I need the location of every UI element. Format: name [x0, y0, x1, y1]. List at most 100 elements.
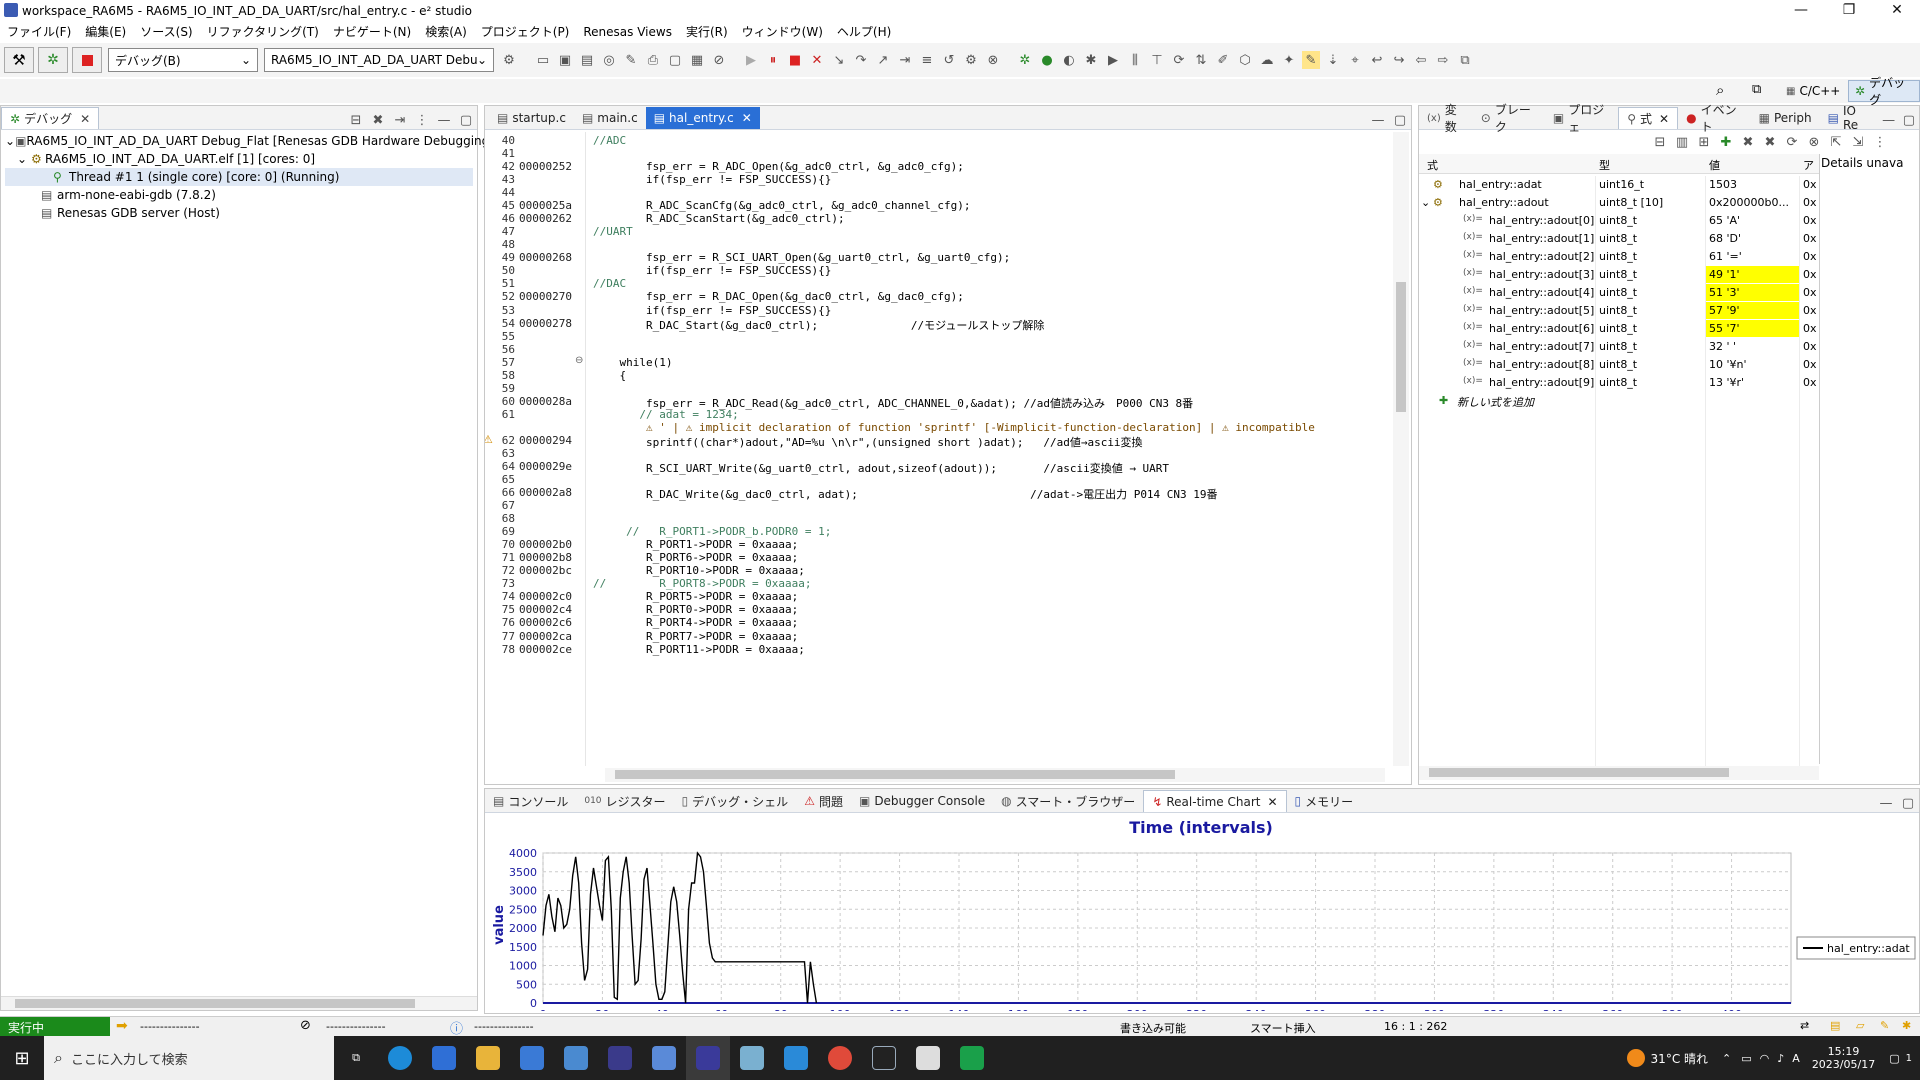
code-line[interactable]: R_PORT11->PODR = 0xaaaa; — [593, 643, 805, 656]
tool-icon[interactable]: ✱ — [1902, 1019, 1911, 1032]
sync-icon[interactable]: ⇄ — [1800, 1019, 1809, 1032]
print-icon[interactable]: ⎙ — [644, 51, 662, 69]
columns-icon[interactable]: ⫼ — [1126, 51, 1144, 69]
launch-config-combo[interactable]: RA6M5_IO_INT_AD_DA_UART Debu ⌄ — [264, 48, 494, 72]
disconnect-icon[interactable]: ✕ — [808, 51, 826, 69]
settings-icon[interactable]: ⚙ — [962, 51, 980, 69]
expression-value[interactable]: 61 '=' — [1709, 250, 1742, 263]
maximize-icon[interactable]: ▢ — [1391, 111, 1409, 129]
code-line[interactable]: R_ADC_ScanCfg(&g_adc0_ctrl, &g_adc0_chan… — [593, 199, 971, 212]
run-icon[interactable]: ● — [1038, 51, 1056, 69]
debug-launch-button[interactable]: ✲ — [38, 47, 68, 73]
collapse-all-icon[interactable]: ⊟ — [347, 111, 365, 129]
forward-icon[interactable]: ↪ — [1390, 51, 1408, 69]
run-to-line-icon[interactable]: ⇥ — [896, 51, 914, 69]
external-tools-icon[interactable]: ✱ — [1082, 51, 1100, 69]
expression-row[interactable]: (x)= hal_entry::adout[7] uint8_t 32 ' ' 0x — [1419, 338, 1817, 356]
tab-memory[interactable]: ▯ メモリー — [1287, 790, 1362, 812]
expression-row[interactable]: (x)= hal_entry::adout[6] uint8_t 55 '7' 0x — [1419, 320, 1817, 338]
code-line[interactable]: R_PORT0->PODR = 0xaaaa; — [593, 603, 798, 616]
menu-window[interactable]: ウィンドウ(W) — [735, 22, 830, 42]
expression-value[interactable]: 0x200000b0... — [1709, 196, 1789, 209]
code-line[interactable]: // R_PORT1->PODR_b.PODR0 = 1; — [593, 525, 831, 538]
tab-debug[interactable]: ✲ デバッグ ✕ — [1, 107, 100, 129]
expression-row[interactable]: ⚙ ⌄ hal_entry::adout uint8_t [10] 0x200000b0… — [1419, 194, 1817, 212]
header-address[interactable]: ア — [1803, 157, 1814, 173]
menu-search[interactable]: 検索(A) — [418, 22, 474, 42]
suspend-icon[interactable]: ⏸ — [764, 51, 782, 69]
taskbar-app-tool[interactable] — [730, 1036, 774, 1080]
horizontal-scrollbar[interactable] — [1419, 766, 1819, 780]
highlight-icon[interactable]: ✎ — [1302, 51, 1320, 69]
expression-value[interactable]: 10 '¥n' — [1709, 358, 1747, 371]
debug-icon[interactable]: ✲ — [1016, 51, 1034, 69]
network-icon[interactable]: ▭ — [1741, 1052, 1751, 1065]
close-button[interactable]: ✕ — [1874, 0, 1920, 22]
vertical-scrollbar[interactable] — [1393, 132, 1409, 766]
add-icon[interactable]: ✚ — [1717, 133, 1735, 151]
taskbar-explorer[interactable] — [466, 1036, 510, 1080]
code-line[interactable]: fsp_err = R_SCI_UART_Open(&g_uart0_ctrl,… — [593, 251, 1010, 264]
task-view-button[interactable]: ⧉ — [334, 1036, 378, 1080]
split-icon[interactable]: ⊞ — [1695, 133, 1713, 151]
pin-icon[interactable]: ⌖ — [1346, 51, 1364, 69]
fold-icon[interactable]: ⊖ — [575, 355, 583, 366]
tree-elf[interactable]: ⌄ ⚙ RA6M5_IO_INT_AD_DA_UART.elf [1] [cor… — [5, 150, 473, 168]
code-line[interactable]: R_PORT7->PODR = 0xaaaa; — [593, 630, 798, 643]
chevron-down-icon[interactable]: ⌄ — [1421, 196, 1430, 209]
close-icon[interactable]: ✕ — [1659, 112, 1669, 126]
media-icon[interactable]: ▶ — [1104, 51, 1122, 69]
code-line[interactable]: fsp_err = R_ADC_Open(&g_adc0_ctrl, &g_ad… — [593, 160, 964, 173]
code-line[interactable]: // R_PORT8->PODR = 0xaaaa; — [593, 577, 812, 590]
maximize-icon[interactable]: ▢ — [1901, 111, 1917, 129]
chip-icon[interactable]: ▦ — [688, 51, 706, 69]
terminate-button[interactable] — [72, 47, 102, 73]
collapse-icon[interactable]: ⊟ — [1651, 133, 1669, 151]
scroll-thumb[interactable] — [1396, 282, 1406, 412]
monitor-icon[interactable]: ▢ — [666, 51, 684, 69]
clock[interactable]: 15:19 2023/05/17 — [1812, 1045, 1875, 1071]
step-over-icon[interactable]: ↷ — [852, 51, 870, 69]
skip-breakpoints-icon[interactable]: ⊗ — [984, 51, 1002, 69]
tab-smart-browser[interactable]: ◍ スマート・ブラウザー — [993, 790, 1143, 812]
header-value[interactable]: 値 — [1709, 157, 1720, 173]
weather-text[interactable]: 31°C 晴れ — [1651, 1050, 1708, 1067]
expression-row[interactable]: (x)= hal_entry::adout[2] uint8_t 61 '=' 0x — [1419, 248, 1817, 266]
taskbar-e2-studio-active[interactable] — [686, 1036, 730, 1080]
expression-value[interactable]: 65 'A' — [1709, 214, 1740, 227]
expression-row[interactable]: (x)= hal_entry::adout[0] uint8_t 65 'A' 0x — [1419, 212, 1817, 230]
code-line[interactable]: //DAC — [593, 277, 626, 290]
close-icon[interactable]: ✕ — [80, 112, 90, 126]
menu-run[interactable]: 実行(R) — [679, 22, 735, 42]
taskbar-app-monitor[interactable] — [554, 1036, 598, 1080]
expression-value[interactable]: 49 '1' — [1709, 268, 1740, 281]
code-line[interactable]: // adat = 1234; — [593, 408, 738, 421]
code-line[interactable]: R_PORT6->PODR = 0xaaaa; — [593, 551, 798, 564]
gear-icon[interactable]: ⚙ — [500, 51, 518, 69]
tab-main-c[interactable]: ▤ main.c — [574, 107, 646, 129]
step-return-icon[interactable]: ↗ — [874, 51, 892, 69]
book-icon[interactable]: ▤ — [1830, 1019, 1840, 1032]
scroll-thumb[interactable] — [15, 999, 415, 1008]
taskbar-chrome[interactable] — [818, 1036, 862, 1080]
expression-value[interactable]: 13 '¥r' — [1709, 376, 1744, 389]
minimize-icon[interactable]: — — [1877, 794, 1895, 812]
maximize-button[interactable]: ❐ — [1826, 0, 1872, 22]
expression-value[interactable]: 51 '3' — [1709, 286, 1740, 299]
remove-all-icon[interactable]: ✖ — [1761, 133, 1779, 151]
expression-value[interactable]: 1503 — [1709, 178, 1737, 191]
coverage-icon[interactable]: ◐ — [1060, 51, 1078, 69]
maximize-icon[interactable]: ▢ — [457, 111, 475, 129]
folder-icon[interactable]: ▱ — [1856, 1019, 1864, 1032]
terminate-icon[interactable]: ■ — [786, 51, 804, 69]
tree-server[interactable]: ▤ Renesas GDB server (Host) — [5, 204, 473, 222]
view-menu-icon[interactable]: ⋮ — [1871, 133, 1889, 151]
tab-console[interactable]: ▤ コンソール — [485, 790, 576, 812]
annotation-icon[interactable]: ⇣ — [1324, 51, 1342, 69]
realtime-icon[interactable]: ⊗ — [1805, 133, 1823, 151]
arrow-left-icon[interactable]: ⇦ — [1412, 51, 1430, 69]
menu-help[interactable]: ヘルプ(H) — [830, 22, 898, 42]
expression-value[interactable]: 32 ' ' — [1709, 340, 1736, 353]
expression-value[interactable]: 68 'D' — [1709, 232, 1741, 245]
tree-thread[interactable]: ⚲ Thread #1 1 (single core) [core: 0] (R… — [5, 168, 473, 186]
